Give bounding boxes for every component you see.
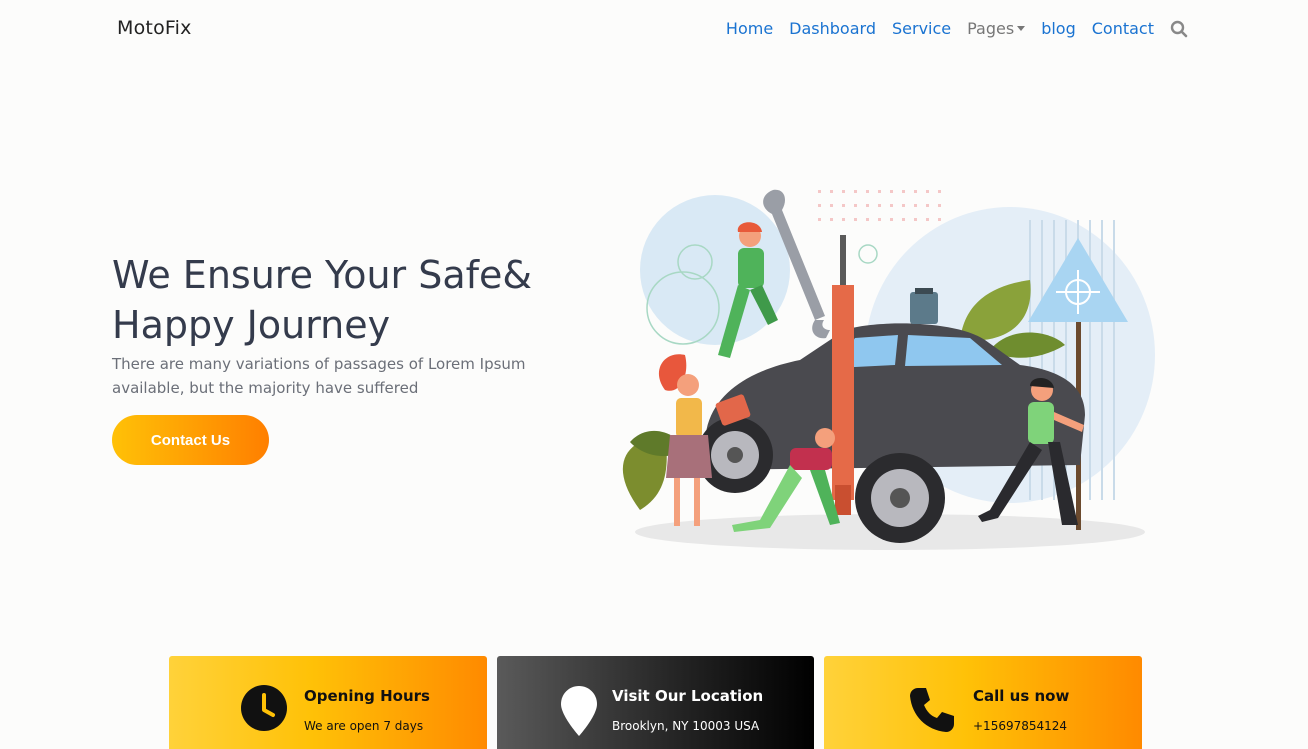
hero-title-line1: We Ensure Your Safe& [112, 253, 533, 297]
phone-icon[interactable] [908, 686, 956, 739]
card-title: Visit Our Location [612, 687, 764, 705]
hero-subtitle: There are many variations of passages of… [112, 355, 526, 397]
nav-dashboard[interactable]: Dashboard [789, 19, 876, 38]
brand-logo[interactable]: MotoFix [117, 17, 192, 39]
nav-contact[interactable]: Contact [1092, 19, 1154, 38]
clock-icon [240, 684, 288, 737]
opening-hours-card: Opening Hours We are open 7 days [169, 656, 487, 749]
main-nav: Home Dashboard Service Pages blog Contac… [710, 19, 1188, 38]
card-text: Brooklyn, NY 10003 USA [612, 719, 760, 733]
caret-down-icon [1017, 26, 1026, 31]
nav-pages-label: Pages [967, 19, 1015, 38]
hero-title: We Ensure Your Safe& Happy Journey [112, 250, 552, 350]
nav-home[interactable]: Home [726, 19, 773, 38]
nav-blog[interactable]: blog [1041, 19, 1076, 38]
nav-service[interactable]: Service [892, 19, 951, 38]
card-text: We are open 7 days [304, 719, 424, 733]
card-text[interactable]: +15697854124 [973, 719, 1067, 733]
card-title: Call us now [973, 687, 1070, 705]
search-icon[interactable] [1170, 20, 1188, 38]
map-pin-icon [561, 686, 597, 741]
contact-us-button[interactable]: Contact Us [112, 415, 269, 465]
hero-title-line2: Happy Journey [112, 303, 391, 347]
nav-pages-dropdown[interactable]: Pages [967, 19, 1026, 38]
call-us-card: Call us now +15697854124 [824, 656, 1142, 749]
card-title: Opening Hours [304, 687, 430, 705]
visit-location-card: Visit Our Location Brooklyn, NY 10003 US… [497, 656, 814, 749]
car-repair-illustration [610, 180, 1170, 560]
